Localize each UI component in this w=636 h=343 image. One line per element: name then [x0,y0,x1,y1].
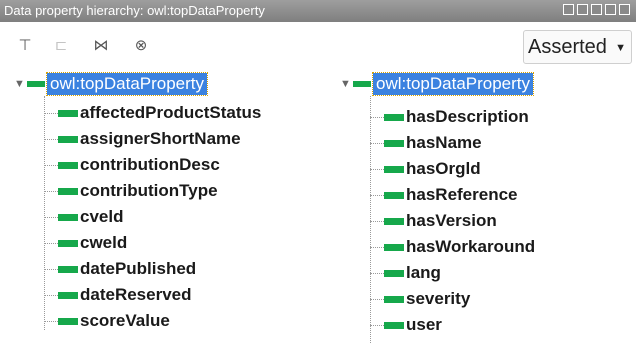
tree-node-label: cveld [80,207,124,226]
data-property-icon [384,165,404,173]
tree-node[interactable]: scoreValue [44,308,170,334]
tree-node-label: user [406,315,442,334]
data-property-icon [27,81,45,87]
tree-node[interactable]: hasDescription [370,104,529,130]
minimize-icon[interactable] [591,4,602,15]
tree-node-label: hasOrgld [406,159,481,178]
window-titlebar: Data property hierarchy: owl:topDataProp… [0,0,636,22]
tree-connector [44,242,58,244]
pin-icon[interactable] [577,4,588,15]
tree-connector [44,294,58,296]
expand-toggle-icon[interactable]: ▼ [14,78,26,90]
data-property-icon [58,187,78,195]
chevron-down-icon: ▼ [615,42,626,54]
tree-node[interactable]: affectedProductStatus [44,100,261,126]
tree-node[interactable]: hasVersion [370,208,497,234]
maximize-icon[interactable] [605,4,616,15]
mode-select-value: Asserted [528,36,607,58]
tree-node-label: assignerShortName [80,129,241,148]
tree-node-label: hasVersion [406,211,497,230]
add-sibling-icon[interactable]: ⊏ [50,36,72,54]
data-property-icon [384,191,404,199]
tree-connector [370,116,384,118]
data-property-icon [384,269,404,277]
data-property-icon [58,265,78,273]
tree-connector [370,272,384,274]
tree-node-label: lang [406,263,441,282]
tree-connector [44,190,58,192]
tree-node-label: contributionType [80,181,218,200]
tree-node[interactable]: cveld [44,204,123,230]
tree-node[interactable]: hasName [370,130,482,156]
tree-node[interactable]: datePublished [44,256,196,282]
tree-node-label: scoreValue [80,311,170,330]
tree-connector [44,112,58,114]
data-property-icon [58,213,78,221]
tree-connector [44,164,58,166]
tree-node[interactable]: hasReference [370,182,518,208]
tree-node-label: dateReserved [80,285,192,304]
tree-root-label[interactable]: owl:topDataProperty [371,72,535,96]
tree-connector [370,168,384,170]
data-property-icon [353,81,371,87]
tree-node[interactable]: severity [370,286,470,312]
data-property-icon [58,135,78,143]
tree-connector [370,142,384,144]
data-property-icon [58,239,78,247]
right-hierarchy-tree: ▼ owl:topDataProperty hasDescription hasN… [318,70,636,343]
tree-node[interactable]: hasOrgld [370,156,481,182]
help-icon[interactable] [563,4,574,15]
data-property-icon [58,317,78,325]
toolbar: ⊤ ⊏ ⋈ ⊗ Asserted ▼ [0,22,636,70]
tree-node[interactable]: contributionType [44,178,218,204]
data-property-icon [384,243,404,251]
close-circle-icon[interactable]: ⊗ [130,36,152,54]
tree-connector [44,268,58,270]
data-property-icon [384,139,404,147]
close-icon[interactable] [619,4,630,15]
tree-node-label: hasDescription [406,107,529,126]
tree-node-label: affectedProductStatus [80,103,262,122]
data-property-icon [384,321,404,329]
tree-connector [44,138,58,140]
mode-select[interactable]: Asserted ▼ [523,30,632,64]
tree-node[interactable]: user [370,312,442,338]
tree-node-label: datePublished [80,259,197,278]
tree-root[interactable]: ▼ owl:topDataProperty [340,72,535,96]
data-property-icon [58,161,78,169]
tree-node[interactable]: assignerShortName [44,126,241,152]
data-property-icon [58,109,78,117]
add-subproperty-icon[interactable]: ⊤ [14,36,36,54]
data-property-icon [384,295,404,303]
tree-node[interactable]: cweld [44,230,127,256]
tree-node[interactable]: hasWorkaround [370,234,535,260]
tree-node-label: hasWorkaround [406,237,536,256]
data-property-icon [384,217,404,225]
data-property-icon [58,291,78,299]
data-property-icon [384,113,404,121]
tree-connector [370,194,384,196]
tree-connector [370,246,384,248]
tree-connector [370,220,384,222]
tree-root[interactable]: ▼ owl:topDataProperty [14,72,209,96]
tree-node-label: hasReference [406,185,518,204]
window-controls [563,4,630,15]
delete-icon[interactable]: ⋈ [90,36,112,54]
tree-connector [44,320,58,322]
tree-node-label: contributionDesc [80,155,220,174]
tree-connector [370,324,384,326]
tree-node[interactable]: lang [370,260,441,286]
expand-toggle-icon[interactable]: ▼ [340,78,352,90]
tree-connector [44,216,58,218]
tree-connector [370,298,384,300]
left-hierarchy-tree: ▼ owl:topDataProperty affectedProductSta… [0,70,320,343]
tree-node[interactable]: contributionDesc [44,152,220,178]
tree-node-label: severity [406,289,471,308]
tree-root-label[interactable]: owl:topDataProperty [45,72,209,96]
window-title: Data property hierarchy: owl:topDataProp… [4,3,265,18]
tree-node-label: cweld [80,233,128,252]
tree-node-label: hasName [406,133,482,152]
tree-node[interactable]: dateReserved [44,282,192,308]
